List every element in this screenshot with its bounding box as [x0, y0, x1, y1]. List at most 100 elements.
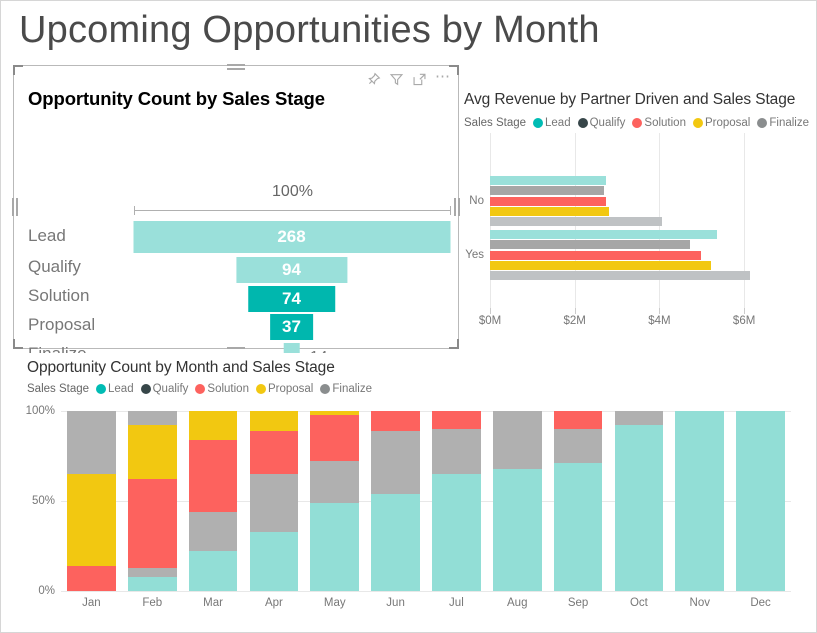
selection-handle-bottom-right[interactable] — [449, 339, 459, 349]
column-stack-mar[interactable] — [188, 411, 238, 591]
column-stack-oct[interactable] — [614, 411, 664, 591]
selection-handle-bottom-left[interactable] — [13, 339, 23, 349]
column-segment-dec-lead[interactable] — [736, 411, 785, 591]
bar-legend-item[interactable]: Solution — [632, 117, 686, 129]
column-segment-mar-qualify[interactable] — [188, 511, 238, 552]
column-segment-jan-solution[interactable] — [67, 565, 116, 591]
legend-label-qualify: Qualify — [152, 383, 189, 395]
column-stack-sep[interactable] — [553, 411, 603, 591]
column-stack-dec[interactable] — [736, 411, 785, 591]
column-stack-may[interactable] — [310, 411, 360, 591]
column-segment-apr-proposal[interactable] — [249, 411, 299, 431]
column-segment-oct-lead[interactable] — [614, 425, 664, 591]
selection-handle-top-left[interactable] — [13, 65, 23, 75]
bar-yes-proposal[interactable] — [490, 260, 712, 270]
column-segment-aug-lead[interactable] — [492, 468, 542, 591]
column-segment-apr-solution[interactable] — [249, 430, 299, 474]
column-stack-jan[interactable] — [67, 411, 116, 591]
column-chart-plot-area: 0% 50% 100% Jan Feb Mar Apr May Jun Jul Aug Sep Oct N… — [26, 405, 791, 609]
column-segment-nov-lead[interactable] — [675, 411, 725, 591]
bar-chart-visual-container[interactable]: Avg Revenue by Partner Driven and Sales … — [460, 65, 809, 349]
bar-xtick-label-0: $0M — [478, 315, 502, 327]
bar-yes-qualify[interactable] — [490, 240, 690, 250]
funnel-bar-qualify[interactable]: 94 — [235, 257, 348, 283]
funnel-bar-proposal[interactable]: 37 — [269, 314, 314, 340]
column-segment-apr-qualify[interactable] — [249, 474, 299, 532]
column-legend-item[interactable]: Lead — [96, 383, 134, 395]
bar-xtick-mark-1 — [574, 308, 576, 314]
pin-icon[interactable] — [366, 72, 381, 87]
column-segment-may-qualify[interactable] — [310, 461, 360, 503]
column-legend-item[interactable]: Qualify — [140, 383, 189, 395]
column-stack-apr[interactable] — [249, 411, 299, 591]
column-segment-mar-solution[interactable] — [188, 439, 238, 512]
column-segment-mar-proposal[interactable] — [188, 411, 238, 440]
column-stack-nov[interactable] — [675, 411, 725, 591]
bar-legend-item[interactable]: Proposal — [692, 117, 750, 129]
bar-no-lead[interactable] — [490, 176, 607, 186]
column-segment-jan-proposal[interactable] — [67, 474, 116, 566]
column-legend-item[interactable]: Solution — [195, 383, 249, 395]
column-segment-jan-finalize[interactable] — [67, 411, 116, 474]
column-segment-may-proposal[interactable] — [310, 411, 360, 415]
column-segment-feb-finalize[interactable] — [127, 411, 177, 426]
column-ytick-label-100: 100% — [25, 405, 55, 417]
bar-no-proposal[interactable] — [490, 206, 609, 216]
column-segment-jun-qualify[interactable] — [371, 430, 420, 494]
column-segment-apr-lead[interactable] — [249, 531, 299, 591]
column-segment-mar-lead[interactable] — [188, 551, 238, 591]
column-segment-may-lead[interactable] — [310, 502, 360, 591]
column-segment-feb-solution[interactable] — [127, 479, 177, 568]
column-segment-jun-lead[interactable] — [371, 493, 420, 591]
bar-legend-item[interactable]: Lead — [533, 117, 571, 129]
legend-label-lead: Lead — [545, 117, 571, 129]
column-segment-sep-solution[interactable] — [553, 411, 603, 429]
column-xlabel-nov: Nov — [689, 597, 710, 609]
bar-legend-item[interactable]: Finalize — [757, 117, 809, 129]
column-segment-oct-qualify[interactable] — [614, 411, 664, 426]
legend-label-finalize: Finalize — [332, 383, 372, 395]
bar-chart-title: Avg Revenue by Partner Driven and Sales … — [464, 91, 796, 108]
funnel-visual-container[interactable]: ⋯ Opportunity Count by Sales Stage 100% … — [12, 64, 460, 406]
bar-legend-item[interactable]: Qualify — [577, 117, 625, 129]
bar-yes-solution[interactable] — [490, 250, 701, 260]
bar-chart-plot-area: $0M $2M $4M $6M No Yes — [465, 133, 778, 327]
legend-swatch-solution — [632, 118, 643, 128]
legend-label-finalize: Finalize — [769, 117, 809, 129]
funnel-bar-solution[interactable]: 74 — [247, 286, 336, 312]
column-segment-jul-lead[interactable] — [432, 474, 481, 591]
column-segment-jun-solution[interactable] — [371, 411, 420, 431]
column-stack-jul[interactable] — [432, 411, 481, 591]
column-stack-jun[interactable] — [371, 411, 420, 591]
funnel-chart-title: Opportunity Count by Sales Stage — [28, 88, 325, 109]
column-segment-feb-proposal[interactable] — [127, 425, 177, 480]
column-stack-aug[interactable] — [492, 411, 542, 591]
column-segment-jul-solution[interactable] — [432, 411, 481, 429]
funnel-value-qualify: 94 — [282, 260, 301, 279]
column-legend-item[interactable]: Finalize — [320, 383, 372, 395]
column-segment-feb-qualify[interactable] — [127, 567, 177, 577]
selection-handle-left[interactable] — [12, 198, 14, 216]
filter-icon[interactable] — [389, 72, 404, 87]
column-segment-jul-qualify[interactable] — [432, 429, 481, 474]
bar-yes-finalize[interactable] — [490, 270, 751, 280]
selection-handle-bottom[interactable] — [227, 347, 245, 349]
bar-no-solution[interactable] — [490, 196, 606, 206]
bar-no-finalize[interactable] — [490, 216, 663, 226]
more-options-icon[interactable]: ⋯ — [435, 69, 451, 87]
column-segment-feb-lead[interactable] — [127, 576, 177, 591]
column-xlabel-mar: Mar — [203, 597, 223, 609]
bar-yes-lead[interactable] — [490, 230, 717, 240]
column-legend-item[interactable]: Proposal — [255, 383, 313, 395]
selection-handle-top[interactable] — [227, 64, 245, 66]
funnel-top-percent-label: 100% — [272, 183, 313, 200]
column-segment-may-solution[interactable] — [310, 414, 360, 462]
column-segment-sep-qualify[interactable] — [553, 429, 603, 464]
bar-no-qualify[interactable] — [490, 186, 604, 196]
column-segment-aug-qualify[interactable] — [492, 411, 542, 469]
column-chart-visual-container[interactable]: Opportunity Count by Month and Sales Sta… — [13, 353, 806, 625]
column-stack-feb[interactable] — [127, 411, 177, 591]
focus-mode-icon[interactable] — [412, 72, 427, 87]
funnel-bar-lead[interactable]: 268 — [133, 221, 450, 253]
column-segment-sep-lead[interactable] — [553, 463, 603, 591]
